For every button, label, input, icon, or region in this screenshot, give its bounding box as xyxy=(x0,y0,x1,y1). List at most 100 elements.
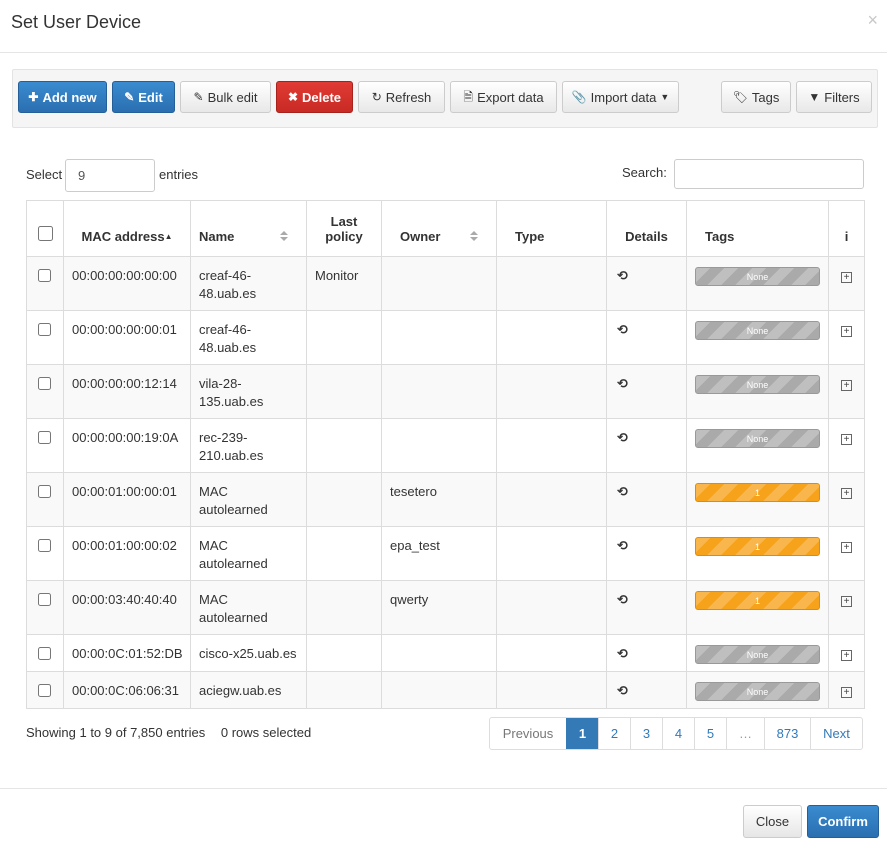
history-icon[interactable]: ⟲ xyxy=(617,591,628,609)
search-input[interactable] xyxy=(674,159,864,189)
table-row[interactable]: 00:00:00:00:12:14 vila-28- 135.uab.es ⟲ None… xyxy=(26,364,865,419)
table-row[interactable]: 00:00:03:40:40:40 MAC autolearned qwerty ⟲ 1 + xyxy=(26,580,865,635)
close-icon[interactable]: × xyxy=(867,10,878,31)
pagination-previous[interactable]: Previous xyxy=(490,718,566,749)
table-row[interactable]: 00:00:00:00:19:0A rec-239- 210.uab.es ⟲ None… xyxy=(26,418,865,473)
history-icon[interactable]: ⟲ xyxy=(617,375,628,393)
column-header-last-policy[interactable]: Last policy xyxy=(306,200,382,257)
row-checkbox[interactable] xyxy=(38,269,51,282)
import-data-button[interactable]: 📎 Import data ▼ xyxy=(562,81,679,113)
mac-cell: 00:00:03:40:40:40 xyxy=(63,580,191,635)
row-select-cell xyxy=(26,418,64,473)
expand-cell: + xyxy=(828,472,865,527)
pagination-page-2[interactable]: 2 xyxy=(598,718,630,749)
column-header-name[interactable]: Name xyxy=(190,200,307,257)
plus-square-icon[interactable]: + xyxy=(841,687,852,698)
tags-cell: None xyxy=(686,418,829,473)
plus-square-icon[interactable]: + xyxy=(841,596,852,607)
pagination-page-4[interactable]: 4 xyxy=(662,718,694,749)
table-row[interactable]: 00:00:01:00:00:01 MAC autolearned tesetero ⟲… xyxy=(26,472,865,527)
filters-button[interactable]: ▼ Filters xyxy=(796,81,872,113)
table-row[interactable]: 00:00:0C:01:52:DB cisco-x25.uab.es ⟲ None + xyxy=(26,634,865,672)
owner-cell: qwerty xyxy=(381,580,497,635)
select-all-checkbox[interactable] xyxy=(38,226,53,241)
showing-entries-text: Showing 1 to 9 of 7,850 entries xyxy=(26,725,206,740)
name-cell: rec-239- 210.uab.es xyxy=(190,418,307,473)
row-select-cell xyxy=(26,671,64,709)
delete-button[interactable]: ✖ Delete xyxy=(276,81,353,113)
confirm-button[interactable]: Confirm xyxy=(807,805,879,838)
row-checkbox[interactable] xyxy=(38,485,51,498)
row-checkbox[interactable] xyxy=(38,647,51,660)
table-row[interactable]: 00:00:0C:06:06:31 aciegw.uab.es ⟲ None + xyxy=(26,671,865,709)
tag-badge[interactable]: None xyxy=(695,267,820,286)
row-checkbox[interactable] xyxy=(38,377,51,390)
row-checkbox[interactable] xyxy=(38,593,51,606)
plus-square-icon[interactable]: + xyxy=(841,326,852,337)
tags-cell: None xyxy=(686,671,829,709)
tags-cell: 1 xyxy=(686,526,829,581)
pencil-icon: ✎ xyxy=(193,90,204,104)
add-new-button[interactable]: ✚ Add new xyxy=(18,81,107,113)
caret-down-icon: ▼ xyxy=(660,91,670,102)
row-checkbox[interactable] xyxy=(38,684,51,697)
close-button[interactable]: Close xyxy=(743,805,802,838)
row-checkbox[interactable] xyxy=(38,323,51,336)
pagination-page-5[interactable]: 5 xyxy=(694,718,726,749)
pagination-next[interactable]: Next xyxy=(810,718,862,749)
tags-cell: None xyxy=(686,634,829,672)
details-cell: ⟲ xyxy=(606,364,687,419)
tag-badge[interactable]: None xyxy=(695,375,820,394)
tag-badge[interactable]: None xyxy=(695,429,820,448)
plus-square-icon[interactable]: + xyxy=(841,488,852,499)
history-icon[interactable]: ⟲ xyxy=(617,483,628,501)
column-header-mac[interactable]: MAC address▲ xyxy=(63,200,191,257)
expand-cell: + xyxy=(828,526,865,581)
refresh-button[interactable]: ↻ Refresh xyxy=(358,81,445,113)
tag-badge[interactable]: None xyxy=(695,321,820,340)
plus-square-icon[interactable]: + xyxy=(841,542,852,553)
table-row[interactable]: 00:00:01:00:00:02 MAC autolearned epa_test ⟲… xyxy=(26,526,865,581)
plus-square-icon[interactable]: + xyxy=(841,650,852,661)
history-icon[interactable]: ⟲ xyxy=(617,321,628,339)
pagination-page-last[interactable]: 873 xyxy=(764,718,810,749)
row-select-cell xyxy=(26,364,64,419)
tag-badge[interactable]: None xyxy=(695,645,820,664)
table-body: 00:00:00:00:00:00 creaf-46- 48.uab.es Monit… xyxy=(26,256,865,709)
bulk-edit-button[interactable]: ✎ Bulk edit xyxy=(180,81,271,113)
history-icon[interactable]: ⟲ xyxy=(617,429,628,447)
tag-badge[interactable]: 1 xyxy=(695,591,820,610)
name-cell: aciegw.uab.es xyxy=(190,671,307,709)
row-checkbox[interactable] xyxy=(38,431,51,444)
select-all-header xyxy=(26,200,64,257)
tags-button[interactable]: 🏷 Tags xyxy=(721,81,791,113)
edit-button[interactable]: ✎ Edit xyxy=(112,81,175,113)
tag-badge[interactable]: 1 xyxy=(695,537,820,556)
page-length-input[interactable] xyxy=(65,159,155,192)
times-icon: ✖ xyxy=(287,90,299,104)
expand-cell: + xyxy=(828,418,865,473)
column-header-type[interactable]: Type xyxy=(496,200,607,257)
export-data-button[interactable]: 🗎 Export data xyxy=(450,81,557,113)
table-row[interactable]: 00:00:00:00:00:01 creaf-46- 48.uab.es ⟲ None… xyxy=(26,310,865,365)
column-header-tags: Tags xyxy=(686,200,829,257)
last-policy-cell xyxy=(306,310,382,365)
tag-badge[interactable]: None xyxy=(695,682,820,701)
pagination-page-1[interactable]: 1 xyxy=(566,718,598,749)
history-icon[interactable]: ⟲ xyxy=(617,682,628,700)
tags-cell: None xyxy=(686,256,829,311)
column-header-owner[interactable]: Owner xyxy=(381,200,497,257)
plus-square-icon[interactable]: + xyxy=(841,272,852,283)
history-icon[interactable]: ⟲ xyxy=(617,537,628,555)
history-icon[interactable]: ⟲ xyxy=(617,267,628,285)
plus-square-icon[interactable]: + xyxy=(841,380,852,391)
history-icon[interactable]: ⟲ xyxy=(617,645,628,663)
expand-cell: + xyxy=(828,256,865,311)
details-cell: ⟲ xyxy=(606,418,687,473)
tag-badge[interactable]: 1 xyxy=(695,483,820,502)
pagination-page-3[interactable]: 3 xyxy=(630,718,662,749)
plus-square-icon[interactable]: + xyxy=(841,434,852,445)
row-checkbox[interactable] xyxy=(38,539,51,552)
table-row[interactable]: 00:00:00:00:00:00 creaf-46- 48.uab.es Monit… xyxy=(26,256,865,311)
tags-cell: 1 xyxy=(686,580,829,635)
